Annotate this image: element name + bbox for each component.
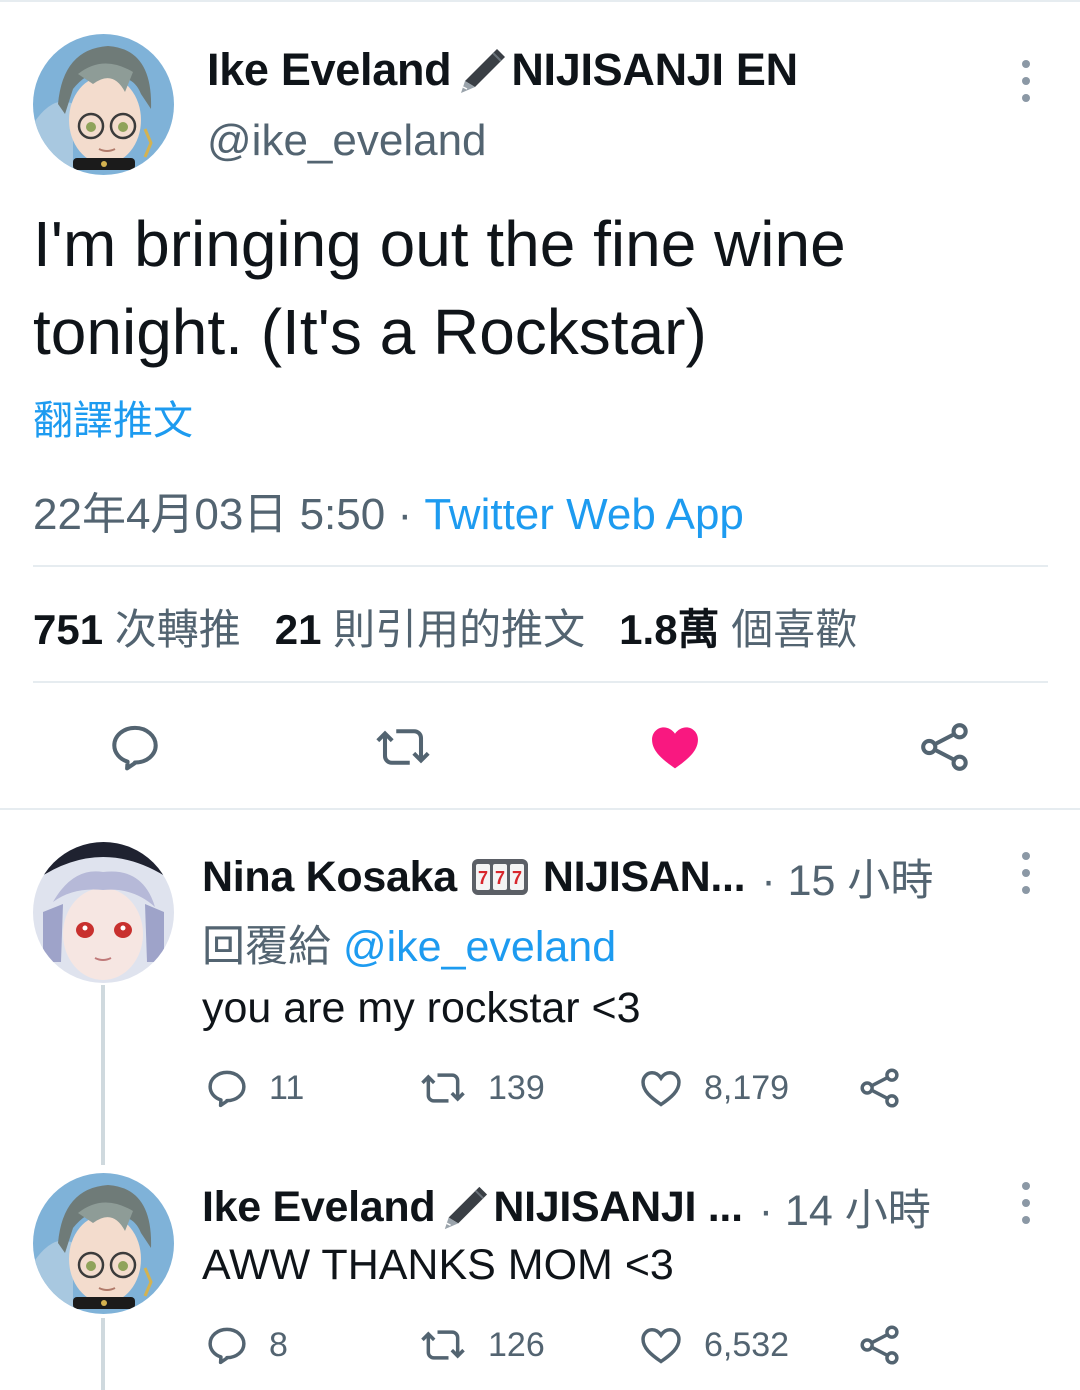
svg-text:7: 7: [478, 868, 488, 888]
retweet-icon: [421, 1073, 465, 1103]
top-border: [0, 0, 1080, 2]
more-icon[interactable]: [1021, 60, 1031, 111]
share-icon: [921, 723, 968, 771]
likes-count: 1.8萬: [619, 606, 720, 653]
retweet-icon: [376, 729, 430, 765]
reply-retweet-button[interactable]: 139: [418, 1066, 545, 1110]
reply-like-button[interactable]: 8,179: [638, 1066, 789, 1110]
author-name-suffix: NIJISANJI EN: [511, 44, 798, 95]
share-icon: [860, 1068, 899, 1108]
reply-button[interactable]: [108, 720, 162, 779]
reply-reply-button[interactable]: 8: [205, 1323, 288, 1367]
like-button[interactable]: [648, 720, 702, 779]
reply-share-button[interactable]: [858, 1066, 902, 1110]
meta-separator: ·: [397, 490, 413, 539]
heart-icon: [641, 1328, 681, 1364]
tweet-timestamp[interactable]: 22年4月03日 5:50: [33, 490, 385, 539]
tweet-text: I'm bringing out the fine wine tonight. …: [33, 208, 846, 368]
fountain-pen-icon: [453, 45, 509, 95]
reply-author-suffix[interactable]: NIJISAN...: [543, 853, 746, 902]
retweet-icon: [421, 1330, 465, 1360]
section-divider: [0, 808, 1080, 810]
reply-to-label: 回覆給: [202, 923, 331, 971]
retweets-count: 751: [33, 606, 104, 653]
thread-line: [101, 985, 105, 1165]
divider: [33, 681, 1048, 683]
author-avatar[interactable]: [33, 34, 174, 175]
svg-text:7: 7: [512, 868, 522, 888]
reply-share-button[interactable]: [858, 1323, 902, 1367]
thread-line: [101, 1318, 105, 1390]
divider: [33, 565, 1048, 567]
reply-text: AWW THANKS MOM <3: [202, 1241, 674, 1289]
retweet-count: 126: [488, 1325, 545, 1364]
reply-author-suffix[interactable]: NIJISANJI ...: [493, 1183, 743, 1232]
tweet-meta: 22年4月03日 5:50 · Twitter Web App: [33, 478, 744, 542]
reply-count: 11: [269, 1068, 305, 1107]
reply-to-handle[interactable]: @ike_eveland: [343, 923, 616, 971]
fountain-pen-icon: [437, 1183, 491, 1231]
retweets-stat[interactable]: 751 次轉推: [33, 596, 241, 657]
author-display-name: Ike Eveland: [207, 44, 452, 95]
reply-avatar[interactable]: [33, 1173, 174, 1314]
author-name[interactable]: Ike Eveland NIJISANJI EN: [207, 44, 798, 96]
svg-text:7: 7: [495, 868, 505, 888]
more-icon[interactable]: [1021, 1182, 1031, 1233]
likes-label: 個喜歡: [731, 606, 858, 653]
reply-header: Nina Kosaka 7 7 7 NIJISAN... · 15 小時: [202, 846, 933, 908]
heart-icon: [641, 1071, 681, 1107]
translate-tweet-link[interactable]: 翻譯推文: [33, 388, 193, 446]
retweets-label: 次轉推: [114, 606, 241, 653]
reply-time[interactable]: · 15 小時: [761, 846, 933, 908]
reply-retweet-button[interactable]: 126: [418, 1323, 545, 1367]
quotes-count: 21: [274, 606, 322, 653]
more-icon[interactable]: [1021, 852, 1031, 903]
reply-text: you are my rockstar <3: [202, 984, 641, 1032]
reply-icon: [208, 1327, 246, 1365]
reply-icon: [112, 725, 158, 771]
share-icon: [860, 1325, 899, 1365]
reply-header: Ike Eveland NIJISANJI ... · 14 小時: [202, 1176, 931, 1238]
like-count: 6,532: [704, 1325, 790, 1364]
slot-machine-icon: 7 7 7: [471, 857, 529, 897]
quotes-stat[interactable]: 21 則引用的推文: [275, 596, 585, 657]
heart-icon: [652, 727, 698, 769]
reply-like-button[interactable]: 6,532: [638, 1323, 789, 1367]
reply-reply-button[interactable]: 11: [205, 1066, 304, 1110]
author-handle[interactable]: @ike_eveland: [207, 116, 487, 166]
reply-to: 回覆給 @ike_eveland: [202, 912, 616, 974]
share-button[interactable]: [918, 720, 972, 779]
tweet-stats: 751 次轉推 21 則引用的推文 1.8萬 個喜歡: [33, 596, 891, 657]
reply-author-name[interactable]: Nina Kosaka: [202, 853, 457, 902]
reply-time[interactable]: · 14 小時: [759, 1176, 931, 1238]
reply-count: 8: [269, 1325, 288, 1364]
retweet-count: 139: [488, 1068, 545, 1107]
reply-avatar[interactable]: [33, 842, 174, 983]
quotes-label: 則引用的推文: [333, 606, 586, 653]
likes-stat[interactable]: 1.8萬 個喜歡: [619, 596, 857, 657]
retweet-button[interactable]: [372, 720, 434, 779]
like-count: 8,179: [704, 1068, 790, 1107]
reply-icon: [208, 1070, 246, 1108]
reply-author-name[interactable]: Ike Eveland: [202, 1183, 436, 1232]
tweet-source[interactable]: Twitter Web App: [424, 490, 744, 539]
